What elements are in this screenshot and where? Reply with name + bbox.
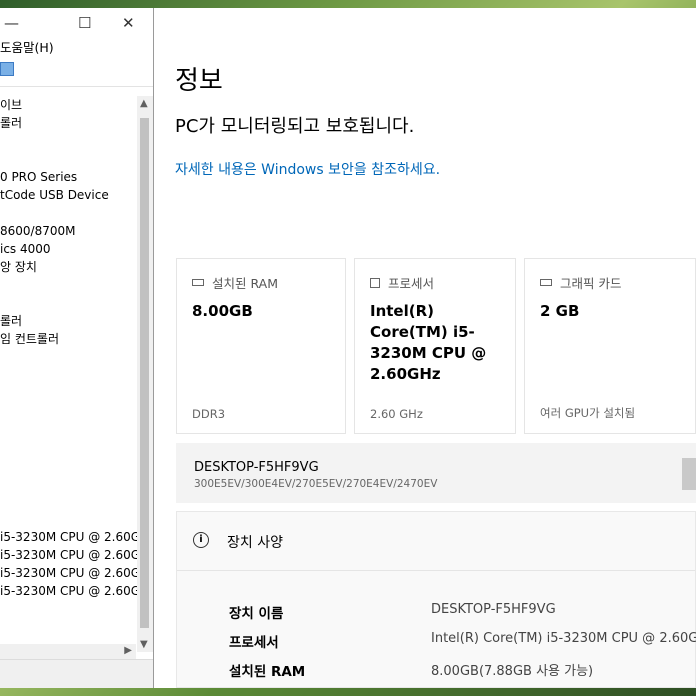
scroll-up-icon[interactable]: ▲ <box>140 98 148 109</box>
card-processor-value: Intel(R) Core(TM) i5-3230M CPU @ 2.60GHz <box>370 302 487 383</box>
monitor-icon[interactable] <box>0 62 14 76</box>
card-ram-header: 설치된 RAM <box>212 276 278 291</box>
device-model: 300E5EV/300E4EV/270E5EV/270E4EV/2470EV <box>194 478 438 490</box>
device-tree-item[interactable]: 8600/8700M <box>0 222 75 240</box>
maximize-icon[interactable]: ☐ <box>78 14 91 32</box>
spec-value: DESKTOP-F5HF9VG <box>431 602 556 617</box>
device-tree-item[interactable]: i5-3230M CPU @ 2.60G <box>0 582 140 600</box>
device-tree-item[interactable]: 앙 장치 <box>0 258 37 276</box>
close-icon[interactable]: ✕ <box>122 14 135 32</box>
page-title: 정보 <box>175 66 223 96</box>
vertical-scrollbar[interactable]: ▲ ▼ <box>137 96 153 652</box>
ram-icon <box>192 279 204 286</box>
device-manager-window: — ☐ ✕ 도움말(H) 이브 롤러 0 PRO Series tCode USB D… <box>0 8 154 688</box>
status-bar <box>0 659 153 688</box>
device-name-bar: DESKTOP-F5HF9VG 300E5EV/300E4EV/270E5EV/… <box>176 443 696 503</box>
card-graphics-value: 2 GB <box>540 302 580 320</box>
device-manager-toolbar <box>0 58 153 87</box>
rename-button[interactable] <box>682 458 696 490</box>
device-tree-item[interactable]: 임 컨트롤러 <box>0 330 59 348</box>
device-tree: 이브 롤러 0 PRO Series tCode USB Device 8600/870… <box>0 96 140 648</box>
card-processor-header: 프로세서 <box>388 276 435 291</box>
device-tree-item[interactable]: 롤러 <box>0 312 22 330</box>
spec-key: 장치 이름 <box>229 606 284 622</box>
card-graphics-header: 그래픽 카드 <box>560 276 622 291</box>
scroll-down-icon[interactable]: ▼ <box>140 639 148 650</box>
card-graphics: 그래픽 카드 2 GB 여러 GPU가 설치됨 <box>524 258 696 434</box>
settings-about-window: 정보 PC가 모니터링되고 보호됩니다. 자세한 내용은 Windows 보안을… <box>154 8 696 688</box>
card-graphics-sub: 여러 GPU가 설치됨 <box>540 406 636 420</box>
minimize-icon[interactable]: — <box>4 14 19 32</box>
device-specs-title: 장치 사양 <box>227 535 283 551</box>
spec-value: Intel(R) Core(TM) i5-3230M CPU @ 2.60GHz <box>431 631 696 646</box>
info-icon: i <box>193 532 209 548</box>
spec-value: 8.00GB(7.88GB 사용 가능) <box>431 664 594 679</box>
card-processor: 프로세서 Intel(R) Core(TM) i5-3230M CPU @ 2.… <box>354 258 516 434</box>
horizontal-scrollbar[interactable]: ▶ <box>0 644 136 660</box>
device-manager-menubar: 도움말(H) <box>0 38 153 58</box>
device-tree-item[interactable]: 0 PRO Series <box>0 168 77 186</box>
spec-row-ram: 설치된 RAM 8.00GB(7.88GB 사용 가능) <box>177 660 695 684</box>
device-name: DESKTOP-F5HF9VG <box>194 460 319 475</box>
device-specs-header[interactable]: i 장치 사양 <box>177 512 695 571</box>
device-tree-item[interactable]: i5-3230M CPU @ 2.60G <box>0 546 140 564</box>
menu-help[interactable]: 도움말(H) <box>0 40 54 55</box>
device-tree-item[interactable]: i5-3230M CPU @ 2.60G <box>0 564 140 582</box>
device-tree-item[interactable]: ics 4000 <box>0 240 51 258</box>
spec-key: 프로세서 <box>229 635 279 651</box>
spec-row-processor: 프로세서 Intel(R) Core(TM) i5-3230M CPU @ 2.… <box>177 631 696 655</box>
processor-icon <box>370 277 380 288</box>
device-specs-panel: i 장치 사양 장치 이름 DESKTOP-F5HF9VG 프로세서 Intel… <box>176 511 696 688</box>
card-ram-value: 8.00GB <box>192 302 253 320</box>
card-ram-sub: DDR3 <box>192 407 226 421</box>
device-tree-item[interactable]: tCode USB Device <box>0 186 109 204</box>
device-tree-item[interactable]: 롤러 <box>0 114 22 132</box>
device-tree-item[interactable]: i5-3230M CPU @ 2.60G <box>0 528 140 546</box>
scroll-right-icon[interactable]: ▶ <box>124 645 132 656</box>
spec-row-device-name: 장치 이름 DESKTOP-F5HF9VG <box>177 602 695 626</box>
card-ram: 설치된 RAM 8.00GB DDR3 <box>176 258 346 434</box>
scrollbar-thumb[interactable] <box>140 118 149 628</box>
device-tree-item[interactable]: 이브 <box>0 96 22 114</box>
card-processor-sub: 2.60 GHz <box>370 407 423 421</box>
protection-status: PC가 모니터링되고 보호됩니다. <box>175 116 415 137</box>
graphics-card-icon <box>540 279 552 286</box>
security-link[interactable]: 자세한 내용은 Windows 보안을 참조하세요. <box>175 159 440 179</box>
spec-key: 설치된 RAM <box>229 664 306 680</box>
device-manager-titlebar: — ☐ ✕ <box>0 8 153 38</box>
